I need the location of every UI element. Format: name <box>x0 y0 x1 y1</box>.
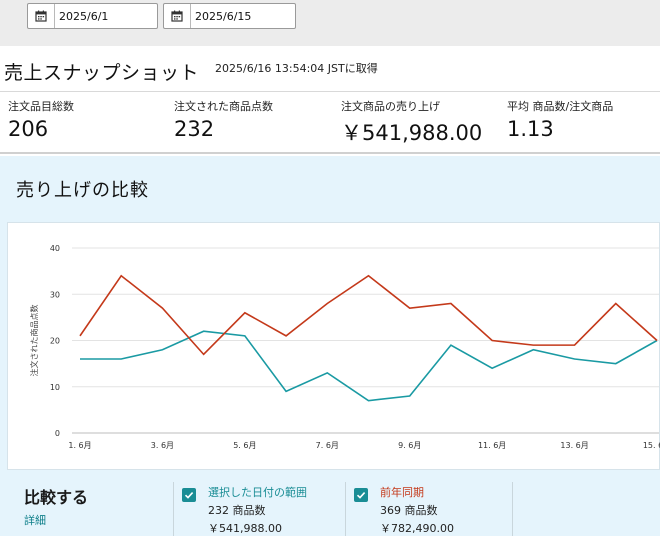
divider <box>512 482 513 536</box>
check-icon <box>356 492 366 499</box>
metric-label: 注文された商品点数 <box>174 100 273 113</box>
divider <box>345 482 346 536</box>
compare-heading: 比較する <box>24 488 89 507</box>
start-date-value[interactable]: 2025/6/1 <box>59 10 108 23</box>
metric-units-ordered: 注文された商品点数 232 <box>174 98 273 141</box>
metric-label: 注文商品の売り上げ <box>341 100 440 113</box>
line-chart: 0 10 20 30 40 1. 6月 3. 6月 5. 6月 7. 6月 9. 6月 11. 6月… <box>29 244 660 450</box>
x-tick-label: 7. 6月 <box>316 441 339 450</box>
x-tick-label: 3. 6月 <box>151 441 174 450</box>
metric-ordered-sales: 注文商品の売り上げ ￥541,988.00 <box>341 98 482 147</box>
metric-total-order-items: 注文品目総数 206 <box>8 98 74 141</box>
page-title: 売上スナップショット <box>4 62 200 84</box>
start-date-field[interactable]: 2025/6/1 <box>27 3 158 29</box>
end-date-field[interactable]: 2025/6/15 <box>163 3 296 29</box>
checkbox-previous-year[interactable] <box>354 488 368 502</box>
series-line-previous-year <box>79 274 658 356</box>
check-icon <box>184 492 194 499</box>
metric-value: ￥541,988.00 <box>341 121 483 145</box>
x-tick-label: 11. 6月 <box>478 441 506 450</box>
snapshot-timestamp: 2025/6/16 13:54:04 JSTに取得 <box>215 62 378 75</box>
checkbox-selected-range[interactable] <box>182 488 196 502</box>
date-range-bar: 2025/6/1 2025/6/15 <box>0 0 660 46</box>
calendar-icon[interactable] <box>164 4 191 28</box>
legend-count: 369 商品数 <box>380 504 438 517</box>
metric-label: 注文品目総数 <box>8 100 74 113</box>
y-tick-label: 10 <box>50 383 60 392</box>
x-tick-label: 5. 6月 <box>233 441 256 450</box>
legend-amount: ￥782,490.00 <box>380 522 454 535</box>
metric-label: 平均 商品数/注文商品 <box>507 100 614 113</box>
metric-value: 232 <box>174 117 215 141</box>
series-line-selected-range <box>80 330 658 402</box>
legend-name: 選択した日付の範囲 <box>208 486 307 499</box>
divider <box>173 482 174 536</box>
y-tick-label: 0 <box>55 429 60 438</box>
metric-average-units: 平均 商品数/注文商品 1.13 <box>507 98 613 141</box>
end-date-value[interactable]: 2025/6/15 <box>195 10 251 23</box>
y-tick-label: 40 <box>50 244 60 253</box>
chart-container: 0 10 20 30 40 1. 6月 3. 6月 5. 6月 7. 6月 9. 6月 11. 6月… <box>7 222 660 470</box>
y-tick-label: 30 <box>50 290 60 299</box>
metrics-row: 注文品目総数 206 注文された商品点数 232 注文商品の売り上げ ￥541,… <box>0 92 660 154</box>
y-axis-label: 注文された商品点数 <box>29 305 39 377</box>
x-tick-label: 13. 6月 <box>560 441 588 450</box>
x-tick-label: 1. 6月 <box>68 441 91 450</box>
comparison-title: 売り上げの比較 <box>16 180 149 201</box>
y-tick-label: 20 <box>50 337 60 346</box>
legend-name: 前年同期 <box>380 486 424 499</box>
legend-count: 232 商品数 <box>208 504 266 517</box>
sales-comparison-panel: 売り上げの比較 0 10 20 30 40 1. 6月 3. 6月 5. 6月 7. 6月 9. … <box>0 156 660 536</box>
x-tick-label: 9. 6月 <box>398 441 421 450</box>
detail-link[interactable]: 詳細 <box>24 512 46 528</box>
legend-amount: ￥541,988.00 <box>208 522 282 535</box>
x-tick-label: 15. 6月 <box>643 441 660 450</box>
snapshot-header: 売上スナップショット 2025/6/16 13:54:04 JSTに取得 <box>0 46 660 92</box>
metric-value: 1.13 <box>507 117 554 141</box>
comparison-legend: 比較する 詳細 選択した日付の範囲 232 商品数 ￥541,988.00 前年… <box>0 472 660 536</box>
metric-value: 206 <box>8 117 49 141</box>
calendar-icon[interactable] <box>28 4 55 28</box>
